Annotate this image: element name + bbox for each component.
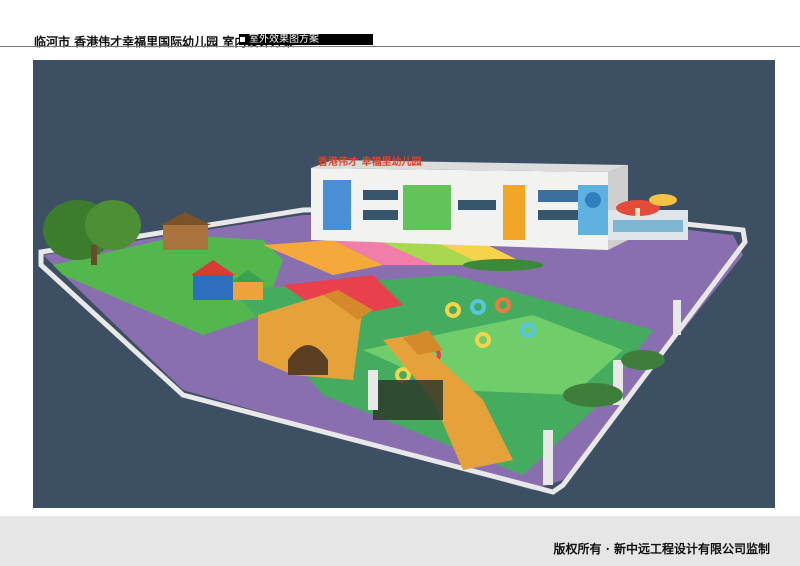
wooden-play-structures: [161, 212, 211, 250]
section-label-box: ▪ 室外效果图方案: [239, 34, 373, 45]
section-label: ▪ 室外效果图方案: [239, 34, 319, 45]
exterior-render: 香港伟才 幸福里幼儿园: [33, 60, 775, 508]
page-header: 临河市 香港伟才幸福里国际幼儿园 室内设计方案 ▪ 室外效果图方案: [0, 0, 800, 49]
header-divider: [0, 46, 800, 47]
school-sign: 香港伟才 幸福里幼儿园: [318, 155, 421, 168]
footer-band: 版权所有 · 新中远工程设计有限公司监制: [0, 516, 800, 566]
kindergarten-illustration: 香港伟才 幸福里幼儿园: [38, 155, 748, 495]
copyright-text: 版权所有 · 新中远工程设计有限公司监制: [553, 542, 770, 556]
